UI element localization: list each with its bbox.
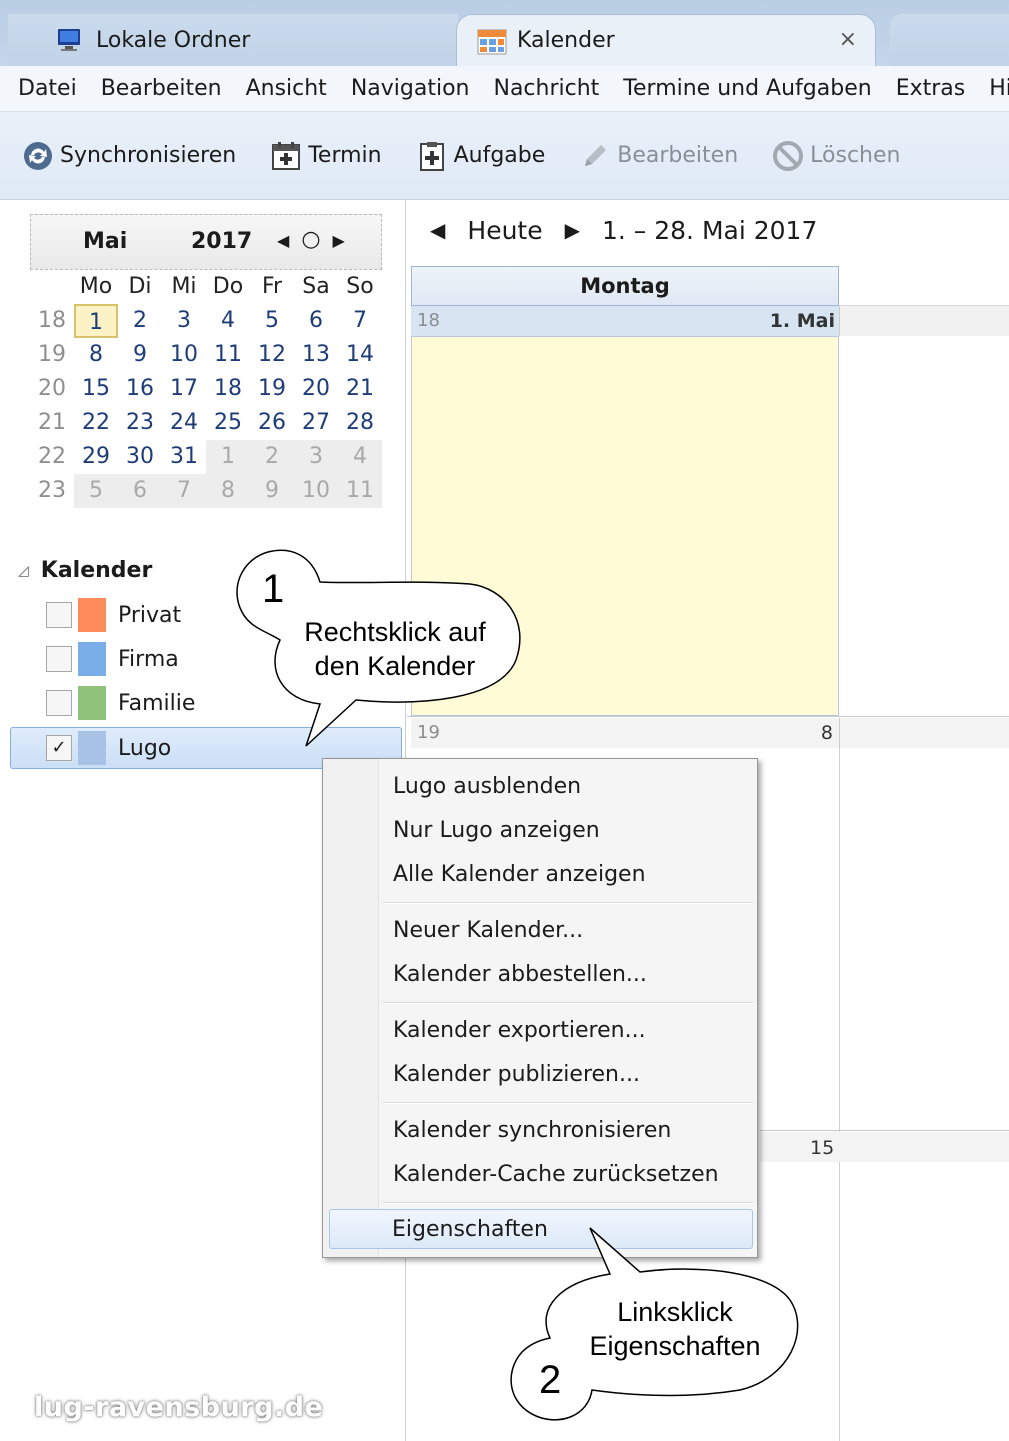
callout-1-text: Rechtsklick auf den Kalender (270, 615, 520, 683)
callout-layer (236, 549, 799, 1421)
callout-1-line-2: den Kalender (314, 651, 476, 681)
callout-2-text: Linksklick Eigenschaften (560, 1295, 790, 1363)
callout-1-number: 1 (262, 567, 285, 611)
callout-2-line-1: Linksklick (617, 1297, 733, 1327)
callout-2-line-2: Eigenschaften (589, 1331, 761, 1361)
callout-1-line-1: Rechtsklick auf (304, 617, 486, 647)
callout-2-number: 2 (539, 1358, 562, 1402)
